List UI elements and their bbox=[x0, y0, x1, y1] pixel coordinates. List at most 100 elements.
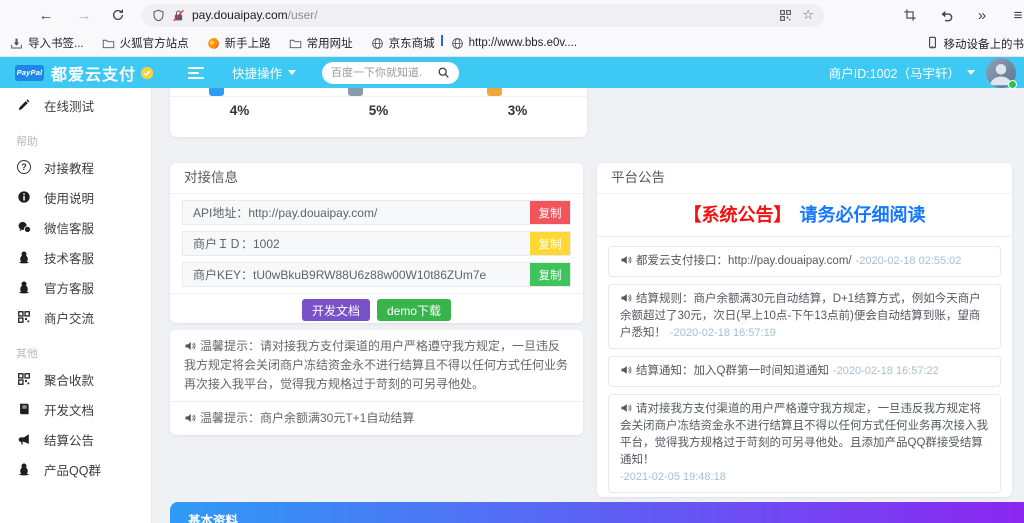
stat-icon-orange bbox=[487, 88, 502, 96]
bookmark-label: 京东商城 bbox=[389, 35, 435, 51]
qr-grid-icon bbox=[16, 372, 32, 386]
sidebar-item-aggregate-collection[interactable]: 聚合收款 bbox=[0, 364, 151, 394]
demo-download-button[interactable]: demo下载 bbox=[377, 299, 451, 321]
tips-card: 温馨提示：请对接我方支付渠道的用户严格遵守我方规定，一旦违反我方规定将会关闭商户… bbox=[170, 330, 583, 435]
tip-item: 温馨提示：请对接我方支付渠道的用户严格遵守我方规定，一旦违反我方规定将会关闭商户… bbox=[170, 330, 583, 401]
bookmark-label: 新手上路 bbox=[225, 35, 271, 51]
collapse-menu-icon[interactable] bbox=[188, 67, 204, 79]
stats-values-row: 4% 5% 3% bbox=[170, 97, 587, 124]
chevron-down-icon bbox=[288, 70, 296, 75]
overflow-chevrons-icon[interactable]: » bbox=[972, 8, 992, 23]
sidebar-item-label: 结算公告 bbox=[44, 430, 94, 449]
announcement-date: -2021-02-05 19:48:18 bbox=[620, 469, 989, 486]
announcement-item: 都爱云支付接口：http://pay.douaipay.com/-2020-02… bbox=[608, 246, 1001, 277]
stat-value: 4% bbox=[170, 103, 309, 118]
verified-badge-icon bbox=[140, 66, 154, 80]
bookmark-jd[interactable]: 京东商城 bbox=[371, 35, 435, 51]
url-path: /user/ bbox=[288, 8, 318, 22]
insecure-lock-icon bbox=[172, 9, 185, 22]
stat-icon-blue bbox=[209, 88, 224, 96]
url-text: pay.douaipay.com/user/ bbox=[192, 8, 318, 22]
sidebar-item-tech-support[interactable]: 技术客服 bbox=[0, 242, 151, 272]
sidebar-item-product-qq-group[interactable]: 产品QQ群 bbox=[0, 454, 151, 484]
bookmark-import[interactable]: 导入书签... bbox=[10, 35, 84, 51]
brand-title: 都爱云支付 bbox=[51, 61, 136, 85]
quick-actions-menu[interactable]: 快捷操作 bbox=[232, 63, 296, 82]
sidebar-item-integration-tutorial[interactable]: ? 对接教程 bbox=[0, 152, 151, 182]
basic-info-tab-label: 基本资料 bbox=[188, 514, 238, 523]
bookmark-common-sites[interactable]: 常用网址 bbox=[289, 35, 353, 51]
folder-icon bbox=[289, 37, 302, 50]
forward-icon[interactable]: → bbox=[74, 8, 94, 23]
wechat-icon bbox=[16, 220, 32, 235]
stat-value: 3% bbox=[448, 103, 587, 118]
menu-icon[interactable]: ≡ bbox=[1008, 8, 1024, 23]
basic-info-tab[interactable]: 基本资料 bbox=[170, 502, 1024, 523]
speaker-icon bbox=[620, 402, 632, 414]
stat-icon-gray bbox=[348, 88, 363, 96]
qq-icon bbox=[16, 280, 32, 294]
folder-icon bbox=[102, 37, 115, 50]
screenshot-icon[interactable] bbox=[900, 8, 920, 22]
notice-headline-text: 请务必仔细阅读 bbox=[800, 205, 926, 225]
sidebar-item-usage-guide[interactable]: 使用说明 bbox=[0, 182, 151, 212]
stats-card: 4% 5% 3% bbox=[170, 85, 587, 137]
sidebar-item-official-support[interactable]: 官方客服 bbox=[0, 272, 151, 302]
speaker-icon bbox=[620, 254, 632, 266]
merchant-id-row: 商户ＩＤ：1002 复制 bbox=[182, 231, 571, 256]
sidebar-item-label: 聚合收款 bbox=[44, 370, 94, 389]
back-icon[interactable]: ← bbox=[36, 8, 56, 23]
system-notice-headline: 【系统公告】请务必仔细阅读 bbox=[597, 194, 1012, 237]
stat-value: 5% bbox=[309, 103, 448, 118]
sidebar-item-label: 使用说明 bbox=[44, 188, 94, 207]
merchant-key-row: 商户KEY：tU0wBkuB9RW88U6z88w00W10t86ZUm7e 复… bbox=[182, 262, 571, 287]
sidebar-item-label: 对接教程 bbox=[44, 158, 94, 177]
megaphone-icon bbox=[16, 432, 32, 446]
bookmarks-bar: 导入书签... 火狐官方站点 新手上路 常用网址 京东商城 http://www… bbox=[0, 30, 1024, 57]
sidebar-item-merchant-chat[interactable]: 商户交流 bbox=[0, 302, 151, 332]
announcement-text: 请对接我方支付渠道的用户严格遵守我方规定，一旦违反我方规定将会关闭商户冻结资金永… bbox=[620, 403, 988, 466]
sidebar-item-settlement-notice[interactable]: 结算公告 bbox=[0, 424, 151, 454]
speaker-icon bbox=[620, 364, 632, 376]
copy-merchant-key-button[interactable]: 复制 bbox=[530, 263, 570, 286]
merchant-account-label[interactable]: 商户ID:1002（马宇轩） bbox=[829, 63, 960, 82]
url-bar[interactable]: pay.douaipay.com/user/ ☆ bbox=[142, 4, 824, 27]
browser-window: ← → pay.douaipay.com/user/ ☆ bbox=[0, 0, 1024, 523]
sidebar-section-other: 其他 bbox=[0, 332, 151, 364]
dev-docs-button[interactable]: 开发文档 bbox=[302, 299, 370, 321]
announcement-item: 请对接我方支付渠道的用户严格遵守我方规定，一旦违反我方规定将会关闭商户冻结资金永… bbox=[608, 394, 1001, 493]
sidebar-item-dev-docs[interactable]: 开发文档 bbox=[0, 394, 151, 424]
paypal-logo: PayPal bbox=[15, 65, 44, 81]
qr-code-icon[interactable] bbox=[779, 9, 792, 22]
bookmark-mobile-devices[interactable]: 移动设备上的书 bbox=[926, 30, 1024, 57]
integration-rows: API地址：http://pay.douaipay.com/ 复制 商户ＩＤ：1… bbox=[170, 194, 583, 293]
sidebar-item-label: 官方客服 bbox=[44, 278, 94, 297]
search-input[interactable] bbox=[331, 67, 426, 79]
copy-merchant-id-button[interactable]: 复制 bbox=[530, 232, 570, 255]
reload-icon[interactable] bbox=[108, 8, 128, 22]
undo-icon[interactable] bbox=[936, 8, 956, 23]
bookmark-star-icon[interactable]: ☆ bbox=[802, 7, 814, 23]
chevron-down-icon[interactable] bbox=[967, 70, 975, 75]
search-box[interactable] bbox=[322, 62, 459, 84]
sidebar-item-online-test[interactable]: 在线测试 bbox=[0, 90, 151, 120]
integration-card: 对接信息 API地址：http://pay.douaipay.com/ 复制 商… bbox=[170, 163, 583, 323]
search-icon[interactable] bbox=[437, 66, 450, 79]
sidebar-item-wechat-support[interactable]: 微信客服 bbox=[0, 212, 151, 242]
bookmark-label: 火狐官方站点 bbox=[120, 35, 189, 51]
bookmark-label: 导入书签... bbox=[28, 35, 84, 51]
speaker-icon bbox=[184, 412, 196, 424]
tip-item: 温馨提示：商户余额满30元T+1自动结算 bbox=[170, 401, 583, 435]
bookmark-bbs[interactable]: http://www.bbs.e0v.... bbox=[451, 37, 577, 50]
globe-icon bbox=[371, 37, 384, 50]
bookmark-getting-started[interactable]: 新手上路 bbox=[207, 35, 271, 51]
bookmark-firefox-site[interactable]: 火狐官方站点 bbox=[102, 35, 189, 51]
info-icon bbox=[16, 190, 32, 204]
announcements-card-title: 平台公告 bbox=[597, 163, 1012, 194]
firefox-icon bbox=[207, 37, 220, 50]
qq-icon bbox=[16, 462, 32, 476]
copy-api-button[interactable]: 复制 bbox=[530, 201, 570, 224]
avatar[interactable] bbox=[986, 58, 1016, 88]
shield-icon bbox=[152, 9, 165, 22]
announcement-text: 都爱云支付接口：http://pay.douaipay.com/ bbox=[636, 255, 852, 267]
